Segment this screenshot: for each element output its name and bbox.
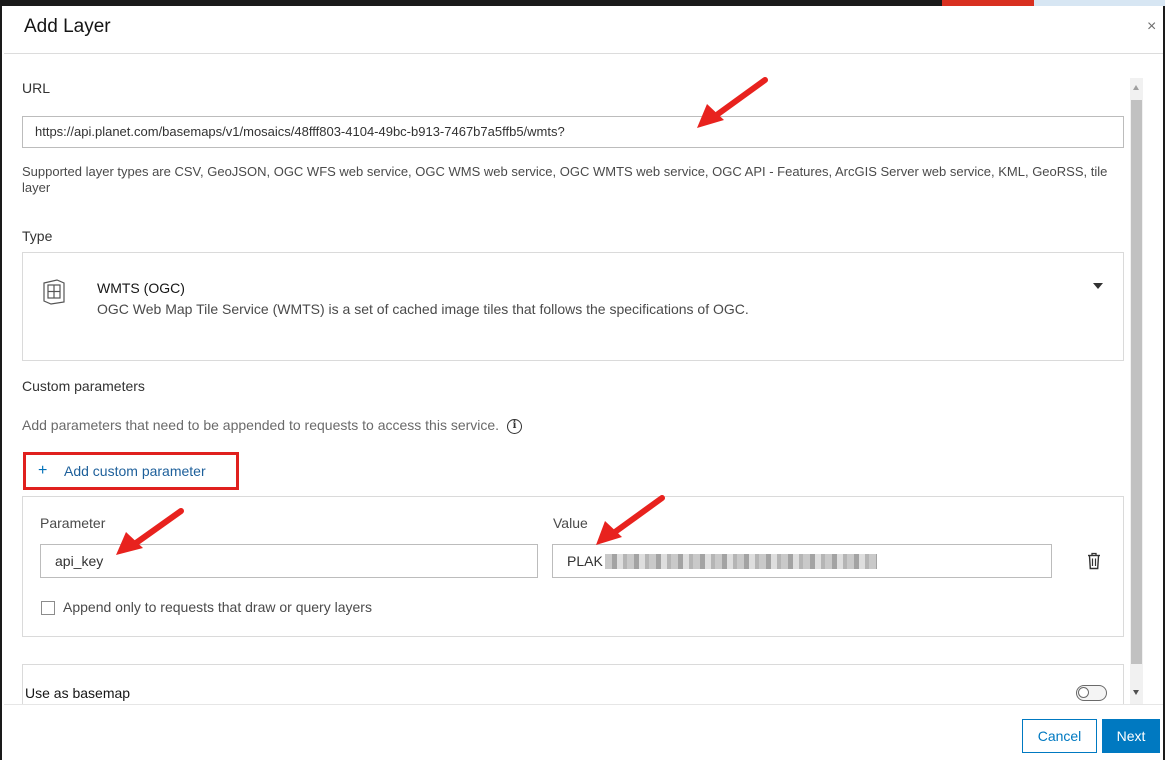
add-layer-dialog: Add Layer × URL https://api.planet.com/b… <box>0 0 1165 760</box>
add-custom-parameter-label: Add custom parameter <box>64 463 206 479</box>
type-label: Type <box>22 228 53 244</box>
scrollbar-thumb[interactable] <box>1131 100 1142 664</box>
tile-layer-icon <box>43 279 65 305</box>
trash-icon[interactable] <box>1087 552 1101 570</box>
append-only-checkbox[interactable] <box>41 601 55 615</box>
dialog-title: Add Layer <box>24 16 111 37</box>
toggle-knob <box>1078 687 1089 698</box>
cancel-button[interactable]: Cancel <box>1022 719 1097 753</box>
dialog-footer: Cancel Next <box>4 704 1163 760</box>
scrollbar[interactable] <box>1130 78 1143 704</box>
type-selected-description: OGC Web Map Tile Service (WMTS) is a set… <box>97 301 749 317</box>
dialog-header: Add Layer × <box>4 6 1163 54</box>
info-icon[interactable]: i <box>507 418 523 434</box>
custom-parameter-row: Parameter api_key Value PLAK Append only… <box>22 496 1124 637</box>
value-input[interactable]: PLAK <box>552 544 1052 578</box>
parameter-label: Parameter <box>40 515 106 531</box>
type-selected-name: WMTS (OGC) <box>97 280 185 296</box>
url-input[interactable]: https://api.planet.com/basemaps/v1/mosai… <box>22 116 1124 148</box>
close-icon[interactable]: × <box>1147 18 1156 36</box>
value-label: Value <box>553 515 588 531</box>
supported-types-help: Supported layer types are CSV, GeoJSON, … <box>22 164 1108 195</box>
type-select[interactable]: WMTS (OGC) OGC Web Map Tile Service (WMT… <box>22 252 1124 361</box>
basemap-toggle[interactable] <box>1076 685 1107 701</box>
dialog-content: URL https://api.planet.com/basemaps/v1/m… <box>4 56 1163 704</box>
append-only-label: Append only to requests that draw or que… <box>63 599 372 615</box>
redacted-value <box>605 554 877 569</box>
basemap-row: Use as basemap <box>22 664 1124 704</box>
scroll-down-icon[interactable] <box>1133 690 1139 695</box>
chevron-down-icon[interactable] <box>1093 283 1103 289</box>
value-text: PLAK <box>567 553 603 569</box>
add-custom-parameter-button[interactable]: + Add custom parameter <box>23 452 239 490</box>
custom-parameters-description-text: Add parameters that need to be appended … <box>22 417 500 433</box>
plus-icon: + <box>38 462 48 479</box>
scroll-up-icon[interactable] <box>1133 85 1139 90</box>
url-label: URL <box>22 80 51 96</box>
custom-parameters-description: Add parameters that need to be appended … <box>22 417 523 434</box>
next-button[interactable]: Next <box>1102 719 1160 753</box>
custom-parameters-heading: Custom parameters <box>22 378 145 394</box>
parameter-input[interactable]: api_key <box>40 544 538 578</box>
use-as-basemap-label: Use as basemap <box>25 685 131 701</box>
